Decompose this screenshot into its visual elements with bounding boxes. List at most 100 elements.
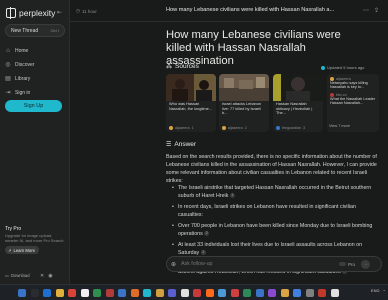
source-card-meta: theguardian 3 [276, 126, 305, 130]
pro-toggle[interactable]: Pro [339, 262, 355, 267]
taskbar-app-icon[interactable] [243, 288, 251, 297]
side-source-text: What the Nasrallah Leader Hassan Nasrall… [330, 96, 376, 106]
taskbar-app-icon[interactable] [68, 288, 76, 297]
citation-badge[interactable]: 1 [229, 193, 235, 199]
bullet-text: At least 33 individuals lost their lives… [178, 242, 363, 256]
system-tray: ENG ◔ [371, 288, 385, 293]
home-icon: ⌂ [6, 47, 10, 54]
taskbar-app-icon[interactable] [293, 288, 301, 297]
sidebar-item-library[interactable]: ▤ Library [5, 72, 65, 85]
sidebar-item-home[interactable]: ⌂ Home [5, 44, 65, 57]
taskbar-app-icon[interactable] [193, 288, 201, 297]
source-site: theguardian [282, 126, 301, 130]
updated-label: Updated 5 hours ago [327, 65, 365, 70]
taskbar-app-icon[interactable] [268, 288, 276, 297]
side-source-text: Netanyahu says killing Nasrallah is key … [330, 81, 368, 90]
library-icon: ▤ [5, 75, 11, 82]
sidebar-item-label: Sign in [15, 89, 31, 96]
sidebar-nav: ⌂ Home ◎ Discover ▤ Library ⇥ Sign in [5, 44, 65, 100]
wifi-icon[interactable]: ◔ [383, 288, 385, 293]
taskbar-app-icon[interactable] [305, 288, 314, 297]
perplexity-logo-icon [6, 7, 16, 19]
sources-icon: ⁂ [166, 64, 172, 70]
sidebar-item-label: Home [15, 47, 29, 54]
taskbar-app-icon[interactable] [318, 288, 326, 297]
taskbar-app-icon[interactable] [168, 288, 176, 297]
x-icon[interactable]: ✕ [40, 273, 44, 279]
source-card-meta: aljazeera 2 [222, 126, 247, 130]
signup-button[interactable]: Sign Up [5, 100, 62, 112]
source-site: aljazeera [175, 126, 190, 130]
sidebar-item-discover[interactable]: ◎ Discover [5, 58, 65, 71]
source-thumbnail [273, 74, 323, 101]
attach-icon[interactable]: ⊕ [171, 261, 177, 268]
taskbar-app-icon[interactable] [143, 288, 151, 297]
taskbar-app-icon[interactable] [130, 288, 139, 297]
app-name: perplexity [19, 8, 56, 18]
source-thumbnail [219, 74, 269, 101]
sources-heading-label: Sources [175, 63, 199, 70]
sidebar-item-label: Discover [15, 61, 35, 68]
bullet-text: In recent days, Israeli strikes on Leban… [178, 204, 356, 218]
list-item[interactable]: aljazeera Netanyahu says killing Nasrall… [330, 77, 376, 90]
taskbar-app-icon[interactable] [205, 288, 214, 297]
taskbar-app-icon[interactable] [93, 288, 101, 297]
taskbar-app-icon[interactable] [43, 288, 51, 297]
citation-badge[interactable]: 2 [200, 250, 206, 256]
thread-time-label: 11 hour [81, 8, 97, 14]
list-item[interactable]: bbc.co What the Nasrallah Leader Hassan … [330, 92, 376, 106]
taskbar-app-icon[interactable] [330, 288, 339, 297]
view-more-sources[interactable]: View 7 more [327, 124, 350, 128]
taskbar-app-icon[interactable] [80, 288, 89, 297]
source-card[interactable]: Hassan Nasrallah obituary | Hezbollah | … [273, 74, 323, 132]
sidebar: perplexity ⇤ New Thread Ctrl I ⌂ Home ◎ … [0, 0, 70, 284]
source-card[interactable]: Who was Hassan Nasrallah, the longtime..… [166, 74, 216, 132]
taskbar-app-icon[interactable] [118, 288, 126, 297]
taskbar-app-icon[interactable] [18, 288, 26, 297]
new-thread-shortcut: Ctrl I [50, 28, 59, 33]
pro-toggle-label: Pro [348, 261, 356, 267]
send-button[interactable]: → [361, 259, 371, 269]
taskbar-app-icon[interactable] [280, 288, 289, 297]
taskbar-app-icon[interactable] [255, 288, 264, 297]
pro-title: Try Pro [5, 226, 22, 232]
pro-promo: Try Pro Upgrade for image upload, smarte… [5, 226, 65, 254]
taskbar-app-icon[interactable] [55, 288, 64, 297]
list-item: Over 700 people in Lebanon have been kil… [172, 222, 378, 238]
taskbar-app-icon[interactable] [218, 288, 226, 297]
collapse-sidebar-icon[interactable]: ⇤ [57, 9, 62, 16]
view-more-label: View 7 more [329, 124, 351, 128]
taskbar-app-icon[interactable] [105, 288, 114, 297]
arrow-icon: ↗ [8, 247, 12, 253]
discord-icon[interactable]: ◉ [48, 273, 52, 279]
taskbar-app-icon[interactable] [155, 288, 164, 297]
answer-intro: Based on the search results provided, th… [166, 154, 377, 184]
language-indicator[interactable]: ENG [371, 288, 380, 293]
taskbar-app-icon[interactable] [180, 288, 189, 297]
social-links: ✕ ◉ [40, 273, 53, 279]
sidebar-item-signin[interactable]: ⇥ Sign in [5, 86, 65, 99]
source-favicon-icon [276, 126, 280, 130]
new-thread-button[interactable]: New Thread Ctrl I [5, 24, 65, 37]
source-favicon-icon [222, 126, 226, 130]
followup-input[interactable] [181, 261, 331, 267]
source-num: 2 [244, 126, 247, 130]
taskbar-app-icon[interactable] [230, 288, 239, 297]
source-card-title: Hassan Nasrallah obituary | Hezbollah | … [276, 101, 313, 116]
list-item: The Israeli airstrike that targeted Hass… [172, 184, 378, 200]
taskbar-app-icon[interactable] [30, 288, 39, 297]
more-icon[interactable]: ⋯ [363, 7, 369, 14]
sidebar-item-label: Library [15, 75, 31, 82]
citation-badge[interactable]: 2 [204, 231, 210, 237]
download-link[interactable]: ▭ Download [5, 273, 30, 278]
source-favicon-icon [169, 126, 173, 130]
source-site: aljazeera [228, 126, 243, 130]
learn-more-button[interactable]: ↗ Learn More [5, 246, 39, 254]
list-item: In recent days, Israeli strikes on Leban… [172, 203, 378, 219]
source-card-title: Who was Hassan Nasrallah, the longtime..… [169, 101, 213, 111]
source-card[interactable]: Israel attacks Lebanon live: 77 killed b… [219, 74, 269, 132]
source-card-meta: aljazeera 1 [169, 126, 194, 130]
source-num: 3 [302, 126, 305, 130]
app-logo[interactable]: perplexity [6, 7, 56, 19]
share-icon[interactable]: ⇪ [374, 7, 379, 14]
